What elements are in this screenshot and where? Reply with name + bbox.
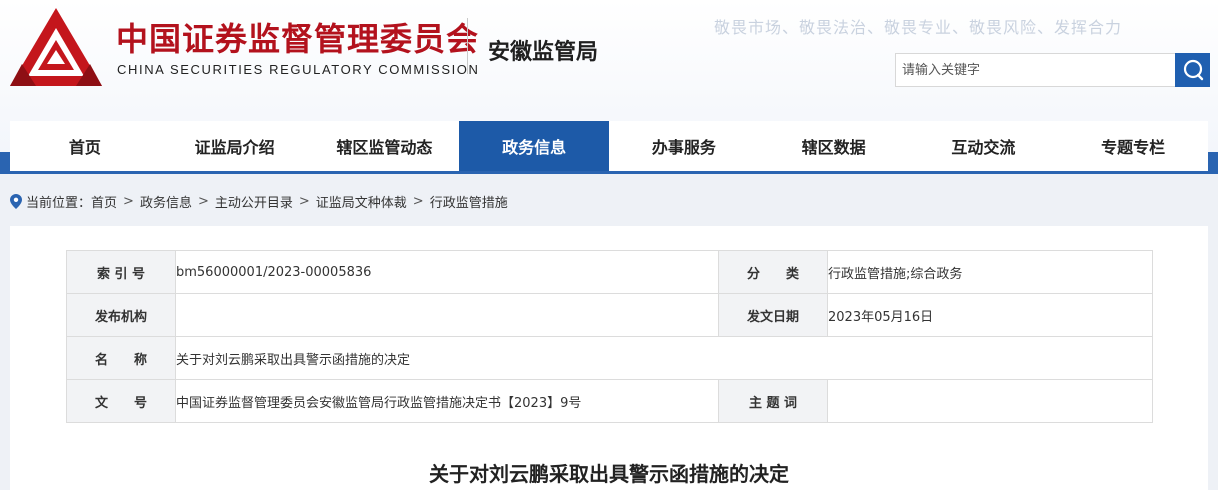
breadcrumb-public-catalog[interactable]: 主动公开目录 xyxy=(215,192,293,211)
category-label: 分 类 xyxy=(718,250,828,294)
document-title: 关于对刘云鹏采取出具警示函措施的决定 xyxy=(429,462,789,486)
breadcrumb-separator: > xyxy=(123,193,134,209)
keywords-label: 主 题 词 xyxy=(718,379,828,423)
nav-item-interaction[interactable]: 互动交流 xyxy=(909,121,1059,171)
slogan: 敬畏市场、敬畏法治、敬畏专业、敬畏风险、发挥合力 xyxy=(714,18,1123,37)
breadcrumb-admin-measures[interactable]: 行政监管措施 xyxy=(430,192,508,211)
nav-item-home[interactable]: 首页 xyxy=(10,121,160,171)
index-label: 索 引 号 xyxy=(66,250,176,294)
breadcrumb-government-info[interactable]: 政务信息 xyxy=(140,192,192,211)
nav-item-government-info[interactable]: 政务信息 xyxy=(459,121,609,171)
search-icon xyxy=(1183,59,1203,81)
nav-item-regional-news[interactable]: 辖区监管动态 xyxy=(310,121,460,171)
issuer-value xyxy=(175,293,719,337)
search-button[interactable] xyxy=(1175,53,1210,87)
brand-divider xyxy=(467,18,468,74)
breadcrumb-separator: > xyxy=(197,193,209,209)
name-value: 关于对刘云鹏采取出具警示函措施的决定 xyxy=(175,336,1153,380)
breadcrumb-prefix: 当前位置： xyxy=(26,195,92,211)
table-row: 发布机构 发文日期 2023年05月16日 xyxy=(66,293,1153,337)
doc-number-value: 中国证券监督管理委员会安徽监管局行政监管措施决定书【2023】9号 xyxy=(175,379,719,423)
table-row: 名 称 关于对刘云鹏采取出具警示函措施的决定 xyxy=(66,336,1153,380)
search-input[interactable] xyxy=(895,53,1175,87)
issuer-label: 发布机构 xyxy=(66,293,176,337)
table-row: 索 引 号 bm56000001/2023-00005836 分 类 行政监管措… xyxy=(66,250,1153,294)
nav-item-services[interactable]: 办事服务 xyxy=(609,121,759,171)
doc-number-label: 文 号 xyxy=(66,379,176,423)
bureau-name: 安徽监管局 xyxy=(488,40,599,65)
org-name-en: CHINA SECURITIES REGULATORY COMMISSION xyxy=(117,62,480,77)
keywords-value xyxy=(827,379,1153,423)
nav-item-topics[interactable]: 专题专栏 xyxy=(1058,121,1208,171)
main-nav: 首页 证监局介绍 辖区监管动态 政务信息 办事服务 辖区数据 互动交流 专题专栏 xyxy=(10,121,1208,171)
breadcrumb: 当前位置： 首页 > 政务信息 > 主动公开目录 > 证监局文种体裁 > 行政监… xyxy=(10,192,508,211)
csrc-logo-icon[interactable] xyxy=(8,6,104,88)
table-row: 文 号 中国证券监督管理委员会安徽监管局行政监管措施决定书【2023】9号 主 … xyxy=(66,379,1153,423)
org-name-cn: 中国证券监督管理委员会 xyxy=(116,20,480,58)
breadcrumb-separator: > xyxy=(298,193,310,209)
location-pin-icon xyxy=(10,193,22,209)
breadcrumb-home[interactable]: 首页 xyxy=(91,192,117,211)
breadcrumb-document-types[interactable]: 证监局文种体裁 xyxy=(316,192,407,211)
document-meta-table: 索 引 号 bm56000001/2023-00005836 分 类 行政监管措… xyxy=(66,250,1153,423)
category-value: 行政监管措施;综合政务 xyxy=(827,250,1153,294)
date-label: 发文日期 xyxy=(718,293,828,337)
nav-item-regional-data[interactable]: 辖区数据 xyxy=(759,121,909,171)
nav-item-about[interactable]: 证监局介绍 xyxy=(160,121,310,171)
name-label: 名 称 xyxy=(66,336,176,380)
date-value: 2023年05月16日 xyxy=(827,293,1153,337)
breadcrumb-separator: > xyxy=(412,193,424,209)
index-value: bm56000001/2023-00005836 xyxy=(175,250,719,294)
